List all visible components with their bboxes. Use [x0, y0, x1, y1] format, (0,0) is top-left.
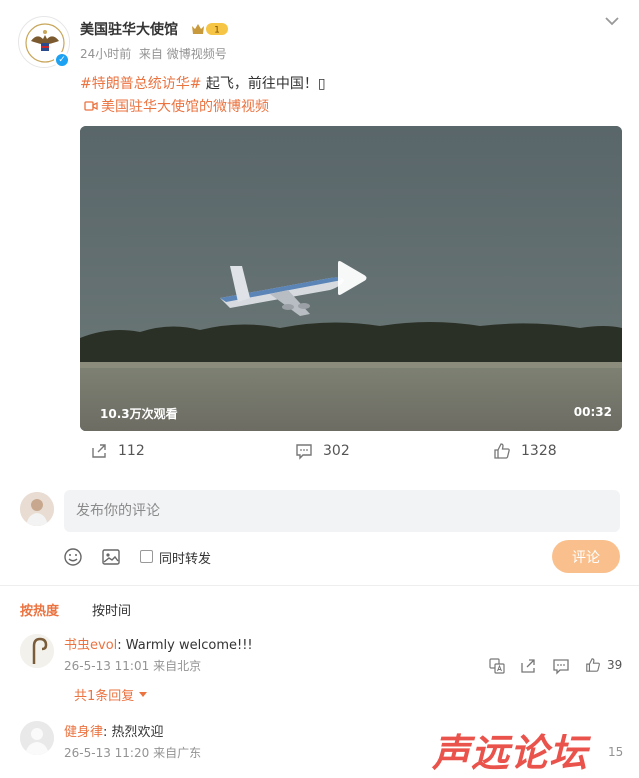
default-avatar-icon: [20, 721, 54, 755]
post-meta: 24小时前 来自 微博视频号: [80, 45, 227, 62]
comment-icon[interactable]: [552, 657, 570, 675]
verified-badge-icon: ✓: [54, 52, 70, 68]
comment-body: : Warmly welcome!!!: [117, 638, 253, 653]
caret-down-icon: [139, 691, 148, 697]
member-level-number: 1: [214, 26, 220, 36]
share-icon[interactable]: [519, 657, 537, 675]
comment-text: 健身律: 热烈欢迎: [64, 721, 164, 740]
repost-button[interactable]: 112: [90, 442, 145, 460]
post-body-text: 起飞，前往中国！: [201, 76, 318, 92]
commenter-name[interactable]: 书虫evol: [64, 638, 117, 653]
shepherd-crook-icon: [20, 634, 54, 668]
image-icon[interactable]: [101, 547, 121, 567]
watermark-logo: 声远论坛: [432, 731, 589, 775]
commenter-avatar[interactable]: [20, 721, 54, 755]
comment-like-count: 39: [607, 658, 623, 672]
comment-button[interactable]: 302: [295, 442, 350, 460]
view-replies-link[interactable]: 共1条回复: [74, 685, 148, 704]
comment-text: 书虫evol: Warmly welcome!!!: [64, 634, 253, 653]
comment-like-count: 15: [608, 745, 624, 759]
translate-icon[interactable]: [488, 657, 506, 675]
comment-time: 26-5-13 11:01: [64, 659, 150, 673]
post-source: 来自 微博视频号: [138, 47, 227, 61]
video-player[interactable]: 10.3万次观看 00:32: [80, 126, 622, 431]
sort-by-time-tab[interactable]: 按时间: [92, 600, 131, 619]
comment-meta: 26-5-13 11:20 来自广东: [64, 744, 201, 761]
repost-checkbox-label[interactable]: 同时转发: [159, 548, 211, 567]
member-level-badge-icon[interactable]: 1: [190, 22, 230, 36]
thumbs-up-icon: [586, 658, 600, 672]
comment-location: 来自广东: [153, 746, 202, 760]
video-source-label: 美国驻华大使馆的微博视频: [101, 99, 269, 115]
post-body-tail: ▯: [317, 76, 326, 92]
replies-count-label: 共1条回复: [74, 689, 135, 704]
current-user-avatar[interactable]: [20, 492, 54, 526]
post-content: #特朗普总统访华# 起飞，前往中国！▯: [80, 73, 326, 93]
comment-body: : 热烈欢迎: [103, 725, 164, 740]
comment-like-button[interactable]: 39: [585, 657, 622, 673]
video-view-count: 10.3万次观看: [100, 407, 178, 421]
repost-count: 112: [118, 443, 145, 459]
post-username[interactable]: 美国驻华大使馆: [80, 19, 178, 39]
divider: [0, 585, 639, 586]
share-icon: [92, 444, 106, 458]
commenter-name[interactable]: 健身律: [64, 725, 103, 740]
comment-time: 26-5-13 11:20: [64, 746, 150, 760]
play-icon[interactable]: [334, 260, 368, 296]
repost-checkbox[interactable]: [140, 550, 153, 563]
submit-comment-button[interactable]: 评论: [552, 540, 620, 573]
like-count: 1328: [521, 443, 557, 459]
commenter-avatar[interactable]: [20, 634, 54, 668]
video-duration: 00:32: [573, 405, 612, 419]
like-button[interactable]: 1328: [493, 442, 557, 460]
comment-input[interactable]: [64, 490, 620, 532]
video-source-link[interactable]: 美国驻华大使馆的微博视频: [84, 96, 269, 116]
comment-meta: 26-5-13 11:01 来自北京: [64, 657, 201, 674]
hashtag-link[interactable]: #特朗普总统访华#: [80, 76, 201, 92]
user-photo-icon: [20, 492, 54, 526]
thumbs-up-icon: [494, 443, 510, 459]
chevron-down-icon[interactable]: [603, 14, 621, 28]
video-camera-icon: [84, 101, 98, 111]
post-time[interactable]: 24小时前: [80, 47, 131, 61]
emoji-icon[interactable]: [63, 547, 83, 567]
comment-location: 来自北京: [153, 659, 202, 673]
comment-count: 302: [323, 443, 350, 459]
comment-icon: [296, 444, 312, 460]
sort-by-hot-tab[interactable]: 按热度: [20, 600, 59, 619]
